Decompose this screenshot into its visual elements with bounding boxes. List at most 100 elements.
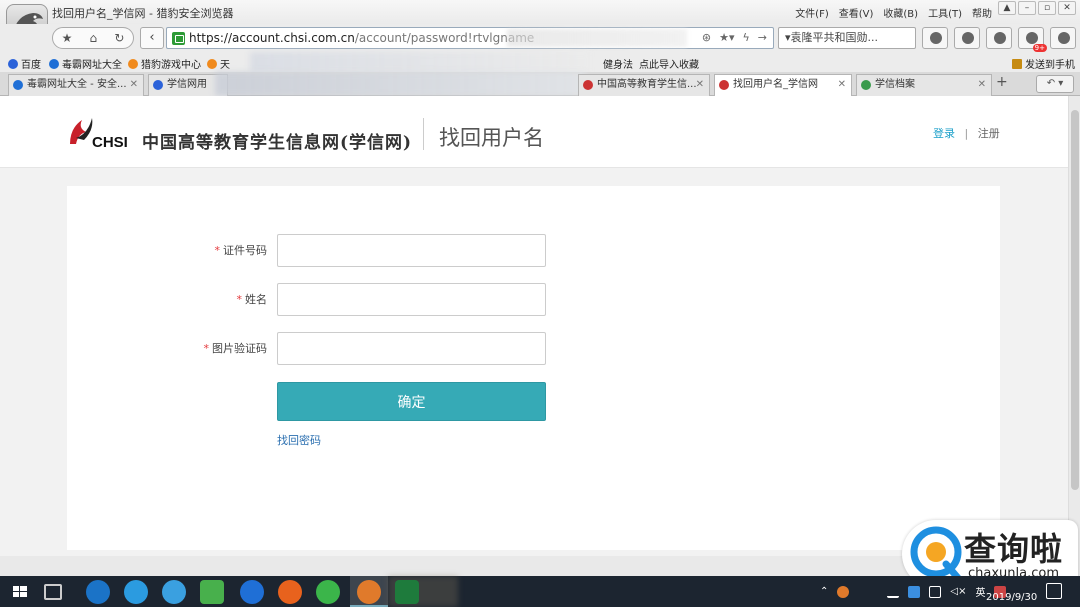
window-controls: ▲ – ▫ ✕	[998, 1, 1076, 15]
bookmarks-redaction	[250, 52, 590, 72]
register-link[interactable]: 注册	[978, 127, 1000, 140]
bookmarks-bar: 百度 毒霸网址大全 猎豹游戏中心 天 健身法 点此导入收藏 发送到手机	[0, 52, 1080, 72]
vertical-scrollbar[interactable]	[1068, 96, 1080, 576]
keyboard-icon[interactable]	[929, 585, 942, 598]
menu-tools[interactable]: 工具(T)	[928, 5, 962, 20]
tab-archive[interactable]: 学信档案 ✕	[856, 74, 992, 96]
task-view-icon[interactable]	[44, 584, 62, 600]
label-text: 证件号码	[223, 244, 267, 257]
k-extension-icon[interactable]	[922, 27, 948, 49]
import-favorites-link[interactable]: 点此导入收藏	[639, 56, 699, 71]
home-icon[interactable]: ⌂	[90, 31, 98, 45]
chevron-up-icon[interactable]: ⌃	[820, 586, 828, 597]
logo-text: CHSI	[92, 134, 128, 150]
shield-icon[interactable]	[908, 585, 921, 598]
auth-separator: |	[964, 127, 969, 140]
undo-close-tab-button[interactable]: ↶ ▾	[1036, 75, 1074, 93]
back-button[interactable]: ‹	[140, 27, 164, 49]
bookmark-label: 毒霸网址大全	[62, 60, 122, 71]
star-icon[interactable]: ★	[62, 31, 73, 45]
lightning-icon[interactable]: ϟ	[743, 31, 750, 44]
bookmark-label: 健身法	[603, 60, 633, 71]
k-browser-icon[interactable]	[240, 580, 264, 604]
captcha-input[interactable]	[277, 332, 546, 365]
menu-help[interactable]: 帮助	[972, 5, 992, 20]
bag-extension-icon[interactable]	[954, 27, 980, 49]
chsi-icon	[719, 80, 729, 90]
bookmark-star-icon[interactable]: ★▾	[719, 31, 734, 44]
sogou-icon[interactable]	[124, 580, 148, 604]
tab-close-icon[interactable]: ✕	[130, 75, 138, 95]
tab-label: 毒霸网址大全 - 安全...	[27, 79, 127, 90]
bookmark-game-center[interactable]: 猎豹游戏中心	[128, 56, 201, 71]
id-number-label: * 证件号码	[215, 242, 268, 258]
bookmark-label: 发送到手机	[1025, 60, 1075, 71]
skin-icon[interactable]: ▲	[998, 1, 1016, 15]
menu-file[interactable]: 文件(F)	[795, 5, 829, 20]
network-icon[interactable]	[887, 586, 900, 598]
tab-duba[interactable]: 毒霸网址大全 - 安全... ✕	[8, 74, 144, 96]
header-divider	[423, 118, 424, 150]
go-arrow-icon[interactable]: →	[758, 31, 767, 44]
name-label: * 姓名	[237, 291, 268, 307]
compat-mode-icon[interactable]: ⊛	[702, 31, 711, 44]
wechat-icon[interactable]	[316, 580, 340, 604]
menu-favorites[interactable]: 收藏(B)	[883, 5, 918, 20]
tab-close-icon[interactable]: ✕	[838, 75, 846, 95]
ie-icon[interactable]	[86, 580, 110, 604]
ime-indicator[interactable]: 英	[975, 584, 985, 599]
name-input[interactable]	[277, 283, 546, 316]
chsi-logo[interactable]: CHSI	[66, 114, 128, 151]
close-button[interactable]: ✕	[1058, 1, 1076, 15]
forgot-password-link[interactable]: 找回密码	[277, 432, 321, 448]
login-link[interactable]: 登录	[933, 127, 955, 140]
search-box[interactable]: ▾袁隆平共和国勋...	[778, 27, 916, 49]
tab-recover-username[interactable]: 找回用户名_学信网 ✕	[714, 74, 852, 97]
address-redaction	[507, 29, 687, 47]
edge-icon[interactable]	[162, 580, 186, 604]
bookmark-baidu[interactable]: 百度	[8, 56, 41, 71]
tray-app-icon[interactable]	[837, 585, 850, 598]
auth-links: 登录 | 注册	[933, 125, 1000, 141]
paw-icon	[153, 80, 163, 90]
firefox-icon[interactable]	[278, 580, 302, 604]
refresh-icon[interactable]: ↻	[114, 31, 124, 45]
iqiyi-icon[interactable]	[200, 580, 224, 604]
cheetah-taskbar-icon[interactable]	[357, 580, 381, 604]
window-title: 找回用户名_学信网 - 猎豹安全浏览器	[52, 7, 234, 20]
site-header: CHSI 中国高等教育学生信息网(学信网) 找回用户名 登录 | 注册	[0, 96, 1068, 168]
tab-close-icon[interactable]: ✕	[978, 75, 986, 95]
bookmark-fitness[interactable]: 健身法	[603, 56, 633, 71]
bookmark-duba[interactable]: 毒霸网址大全	[49, 56, 122, 71]
required-mark: *	[203, 342, 210, 355]
menu-view[interactable]: 查看(V)	[839, 5, 874, 20]
extension-icons: 9+	[922, 27, 1076, 52]
tab-chsi-home[interactable]: 中国高等教育学生信... ✕	[578, 74, 710, 96]
tab-close-icon[interactable]: ✕	[696, 75, 704, 95]
volume-icon[interactable]: ◁×	[950, 586, 966, 597]
bookmark-tian[interactable]: 天	[207, 56, 230, 71]
send-to-phone[interactable]: 发送到手机	[1012, 56, 1075, 71]
address-bar[interactable]: https://account.chsi.com.cn/account/pass…	[166, 27, 774, 49]
scrollbar-thumb[interactable]	[1071, 110, 1079, 490]
new-tab-button[interactable]: +	[996, 74, 1008, 90]
notification-center-icon[interactable]	[1046, 583, 1062, 599]
windows-start-icon[interactable]	[8, 580, 32, 604]
archive-icon	[861, 80, 871, 90]
more-menu-icon[interactable]	[1050, 27, 1076, 49]
id-number-input[interactable]	[277, 234, 546, 267]
submit-button[interactable]: 确定	[277, 382, 546, 421]
cheetah-icon	[207, 58, 217, 69]
lock-icon	[172, 32, 185, 45]
watermark-cn: 查询啦	[964, 530, 1064, 568]
chsi-icon	[583, 80, 593, 90]
restore-button[interactable]: ▫	[1038, 1, 1056, 15]
mascot-icon[interactable]: 9+	[1018, 27, 1047, 52]
minimize-button[interactable]: –	[1018, 1, 1036, 15]
nav-cluster: ★ ⌂ ↻	[52, 27, 134, 49]
download-icon[interactable]	[986, 27, 1012, 49]
excel-icon[interactable]	[395, 580, 419, 604]
system-tray: ⌃ ◁× 英	[820, 584, 1007, 599]
captcha-row: * 图片验证码	[67, 332, 1000, 366]
taskbar-clock[interactable]: 2019/9/30	[986, 592, 1037, 603]
